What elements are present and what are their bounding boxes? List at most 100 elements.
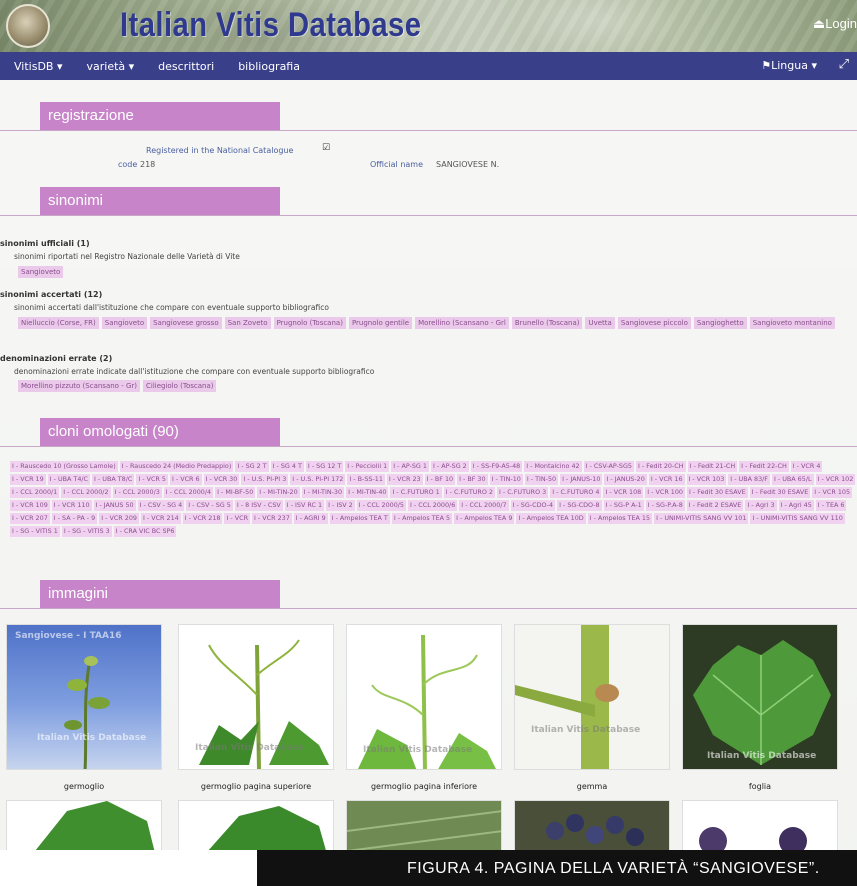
clone-tag[interactable]: I - VCR 105 — [812, 487, 853, 498]
clone-tag[interactable]: I - SG-P A-1 — [603, 500, 644, 511]
login-link[interactable]: ⏏Login — [813, 16, 857, 32]
image-row2-5[interactable] — [682, 800, 838, 850]
clone-tag[interactable]: I - CCL 2000/4 — [163, 487, 214, 498]
clone-tag[interactable]: I - U.S. PI-PI 172 — [290, 474, 346, 485]
wrong-name-tag[interactable]: Ciliegiolo (Toscana) — [142, 380, 217, 392]
clone-tag[interactable]: I - Agri 3 — [745, 500, 777, 511]
clone-tag[interactable]: I - VCR 214 — [140, 513, 181, 524]
clone-tag[interactable]: I - Ampelos TEA 15 — [587, 513, 653, 524]
clone-tag[interactable]: I - SG - VITIS 3 — [61, 526, 112, 537]
expand-icon[interactable]: ⤢ — [839, 57, 849, 72]
clone-tag[interactable]: I - Agri 45 — [778, 500, 814, 511]
synonym-tag[interactable]: Brunello (Toscana) — [511, 317, 583, 329]
clone-tag[interactable]: I - CCL 2000/3 — [112, 487, 162, 498]
nav-bibliografia[interactable]: bibliografia — [238, 60, 300, 73]
synonym-tag[interactable]: Sangioveto — [101, 317, 148, 329]
clone-tag[interactable]: I - CSV - SG 5 — [186, 500, 233, 511]
image-germoglio-pagina-inferiore[interactable]: Italian Vitis Database — [346, 624, 502, 770]
clone-tag[interactable]: I - VCR 103 — [686, 474, 727, 485]
clone-tag[interactable]: I - CCL 2000/2 — [61, 487, 111, 498]
clone-tag[interactable]: I - SG-CDO-4 — [510, 500, 556, 511]
synonym-tag[interactable]: Sangioghetto — [693, 317, 747, 329]
clone-tag[interactable]: I - SA - PA - 9 — [51, 513, 98, 524]
clone-tag[interactable]: I - CSV - SG 4 — [137, 500, 185, 511]
clone-tag[interactable]: I - VCR 19 — [10, 474, 46, 485]
image-gemma[interactable]: Italian Vitis Database — [514, 624, 670, 770]
clone-tag[interactable]: I - VCR 218 — [182, 513, 223, 524]
clone-tag[interactable]: I - SG 4 T — [270, 461, 304, 472]
clone-tag[interactable]: I - SG - VITIS 1 — [10, 526, 60, 537]
clone-tag[interactable]: I - CCL 2000/6 — [408, 500, 458, 511]
clone-tag[interactable]: I - BF 30 — [457, 474, 488, 485]
synonym-tag[interactable]: Sangiovese grosso — [150, 317, 222, 329]
nav-descrittori[interactable]: descrittori — [158, 60, 214, 73]
clone-tag[interactable]: I - CSV-AP-SG5 — [583, 461, 634, 472]
synonym-tag[interactable]: Nielluccio (Corse, FR) — [18, 317, 99, 329]
clone-tag[interactable]: I - VCR 209 — [99, 513, 139, 524]
clone-tag[interactable]: I - Ampelos TEA T — [329, 513, 390, 524]
clone-tag[interactable]: I - JANUS-10 — [560, 474, 603, 485]
clone-tag[interactable]: I - SS-F9-A5-48 — [470, 461, 523, 472]
clone-tag[interactable]: I - Ampelos TEA 10D — [516, 513, 586, 524]
clone-tag[interactable]: I - SG-CDO-8 — [557, 500, 602, 511]
synonym-tag[interactable]: Sangioveto montanino — [749, 317, 835, 329]
clone-tag[interactable]: I - Ampelos TEA 5 — [391, 513, 453, 524]
image-row2-3[interactable] — [346, 800, 502, 850]
clone-tag[interactable]: I - UNIMI-VITIS SANG VV 101 — [654, 513, 749, 524]
clone-tag[interactable]: I - JANUS 50 — [93, 500, 136, 511]
clone-tag[interactable]: I - JANUS-20 — [604, 474, 647, 485]
synonym-tag[interactable]: Sangioveto — [18, 266, 64, 278]
clone-tag[interactable]: I - TEA 6 — [815, 500, 847, 511]
clone-tag[interactable]: I - SG-P.A-8 — [645, 500, 685, 511]
clone-tag[interactable]: I - ISV RC 1 — [284, 500, 325, 511]
clone-tag[interactable]: I - Pecciolii 1 — [345, 461, 390, 472]
synonym-tag[interactable]: Morellino (Scansano - Grl — [415, 317, 509, 329]
clone-tag[interactable]: I - UBA T8/C — [92, 474, 135, 485]
clone-tag[interactable]: I - VCR — [224, 513, 251, 524]
site-logo-icon[interactable] — [6, 4, 50, 48]
clone-tag[interactable]: I - C.FUTURO 3 — [496, 487, 549, 498]
clone-tag[interactable]: I - VCR 108 — [603, 487, 644, 498]
clone-tag[interactable]: I - VCR 23 — [386, 474, 423, 485]
clone-tag[interactable]: I - VCR 110 — [51, 500, 92, 511]
clone-tag[interactable]: I - Fedit 22-CH — [739, 461, 789, 472]
clone-tag[interactable]: I - Rauscedo 24 (Medio Predappio) — [119, 461, 234, 472]
clone-tag[interactable]: I - Fedit 30 ESAVE — [687, 487, 748, 498]
clone-tag[interactable]: I - VCR 4 — [790, 461, 823, 472]
image-row2-1[interactable] — [6, 800, 162, 850]
clone-tag[interactable]: I - AP-SG 2 — [431, 461, 469, 472]
clone-tag[interactable]: I - VCR 30 — [203, 474, 240, 485]
clone-tag[interactable]: I - C.FUTURO 1 — [390, 487, 442, 498]
clone-tag[interactable]: I - Fedit 30 ESAVE — [749, 487, 811, 498]
clone-tag[interactable]: I - SG 12 T — [305, 461, 344, 472]
clone-tag[interactable]: I - UBA T4/C — [47, 474, 91, 485]
nav-lingua[interactable]: ⚑Lingua ▾ — [761, 59, 817, 72]
clone-tag[interactable]: I - CCL 2000/1 — [10, 487, 60, 498]
clone-tag[interactable]: I - UBA 65/L — [771, 474, 814, 485]
clone-tag[interactable]: I - Ampelos TEA 9 — [454, 513, 515, 524]
clone-tag[interactable]: I - MI-TIN-30 — [301, 487, 345, 498]
synonym-tag[interactable]: San Zoveto — [224, 317, 271, 329]
clone-tag[interactable]: I - Montalcino 42 — [524, 461, 582, 472]
clone-tag[interactable]: I - AP-SG 1 — [391, 461, 429, 472]
clone-tag[interactable]: I - VCR 237 — [252, 513, 292, 524]
clone-tag[interactable]: I - CCL 2000/5 — [356, 500, 407, 511]
synonym-tag[interactable]: Uvetta — [585, 317, 615, 329]
clone-tag[interactable]: I - MI-TIN-40 — [346, 487, 389, 498]
clone-tag[interactable]: I - VCR 5 — [136, 474, 168, 485]
clone-tag[interactable]: I - Fedit 21-CH — [687, 461, 738, 472]
clone-tag[interactable]: I - SG 2 T — [235, 461, 269, 472]
clone-tag[interactable]: I - UNIMI-VITIS SANG VV 110 — [750, 513, 845, 524]
clone-tag[interactable]: I - VCR 100 — [645, 487, 685, 498]
clone-tag[interactable]: I - UBA 83/F — [728, 474, 770, 485]
image-foglia[interactable]: Italian Vitis Database — [682, 624, 838, 770]
clone-tag[interactable]: I - C.FUTURO 4 — [550, 487, 602, 498]
image-germoglio[interactable]: Sangiovese - I TAA16 Italian Vitis Datab… — [6, 624, 162, 770]
clone-tag[interactable]: I - Rauscedo 10 (Grosso Lamole) — [10, 461, 118, 472]
clone-tag[interactable]: I - VCR 207 — [10, 513, 50, 524]
clone-tag[interactable]: I - Fedit 2 ESAVE — [686, 500, 744, 511]
image-row2-2[interactable] — [178, 800, 334, 850]
clone-tag[interactable]: I - VCR 6 — [169, 474, 202, 485]
synonym-tag[interactable]: Sangiovese piccolo — [617, 317, 691, 329]
clone-tag[interactable]: I - ISV 2 — [326, 500, 355, 511]
